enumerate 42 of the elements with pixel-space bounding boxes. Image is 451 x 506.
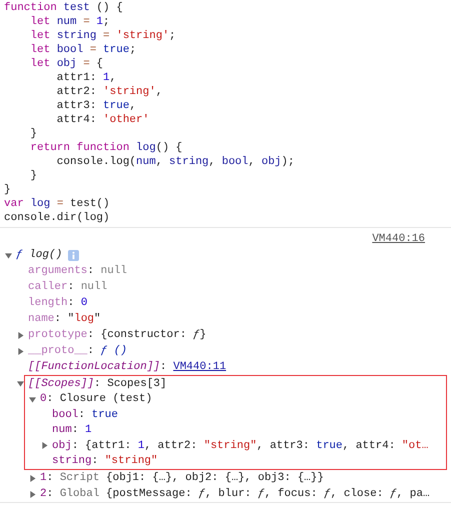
property-row-text: obj: {attr1: 1, attr2: "string", attr3: true, attr4: "ot… [52, 438, 428, 454]
collapsed-arrow-icon[interactable] [17, 348, 24, 354]
code-line: } [29, 169, 38, 183]
code-line: function test () { [4, 1, 124, 15]
property-row-text: [[Scopes]]: Scopes[3] [28, 376, 167, 392]
property-row-text: num: 1 [52, 423, 92, 438]
code-line: let num = 1; [29, 15, 111, 29]
collapsed-arrow-icon[interactable] [17, 332, 24, 338]
source-link[interactable]: VM440:11 [173, 361, 226, 373]
code-line: console.dir(log) [4, 211, 111, 225]
property-row-text: prototype: {constructor: ƒ} [28, 328, 206, 343]
property-row-text: length: 0 [28, 296, 88, 311]
code-line: console.log(num, string, bool, obj); [56, 155, 296, 169]
collapsed-arrow-icon[interactable] [29, 490, 36, 498]
code-line: return function log() { [29, 141, 184, 155]
property-row-text: arguments: null [28, 264, 128, 279]
source-link[interactable]: VM440:16 [372, 231, 425, 247]
property-row-text: name: "log" [28, 312, 101, 327]
expanded-arrow-icon[interactable] [5, 252, 12, 258]
code-line: let string = 'string'; [29, 29, 177, 43]
collapsed-arrow-icon[interactable] [41, 442, 48, 450]
property-row-text: [[FunctionLocation]]: VM440:11 [28, 360, 226, 375]
code-line: } [4, 183, 12, 197]
property-row-text: __proto__: ƒ () [28, 344, 128, 359]
property-row-text: caller: null [28, 280, 108, 295]
code-line: attr4: 'other' [56, 113, 150, 127]
collapsed-arrow-icon[interactable] [29, 474, 36, 482]
property-row-text: 2: Global {postMessage: ƒ, blur: ƒ, focus: ƒ, close: ƒ, pa… [40, 487, 430, 502]
property-row-text: bool: true [52, 408, 118, 423]
code-line: var log = test() [4, 197, 111, 211]
code-line: attr3: true, [56, 99, 138, 113]
code-line: } [29, 127, 38, 141]
expanded-arrow-icon[interactable] [17, 380, 24, 388]
property-row-text: 1: Script {obj1: {…}, obj2: {…}, obj3: {…}} [40, 471, 324, 486]
code-line: let obj = { [29, 57, 104, 71]
expanded-arrow-icon[interactable] [29, 396, 36, 403]
code-line: attr2: 'string', [56, 85, 164, 99]
function-label: ƒ log() [16, 248, 62, 263]
code-line: attr1: 1, [56, 71, 118, 85]
code-line: let bool = true; [29, 43, 138, 57]
property-row-text: 0: Closure (test) [40, 392, 152, 408]
property-row-text: string: "string" [52, 454, 158, 470]
